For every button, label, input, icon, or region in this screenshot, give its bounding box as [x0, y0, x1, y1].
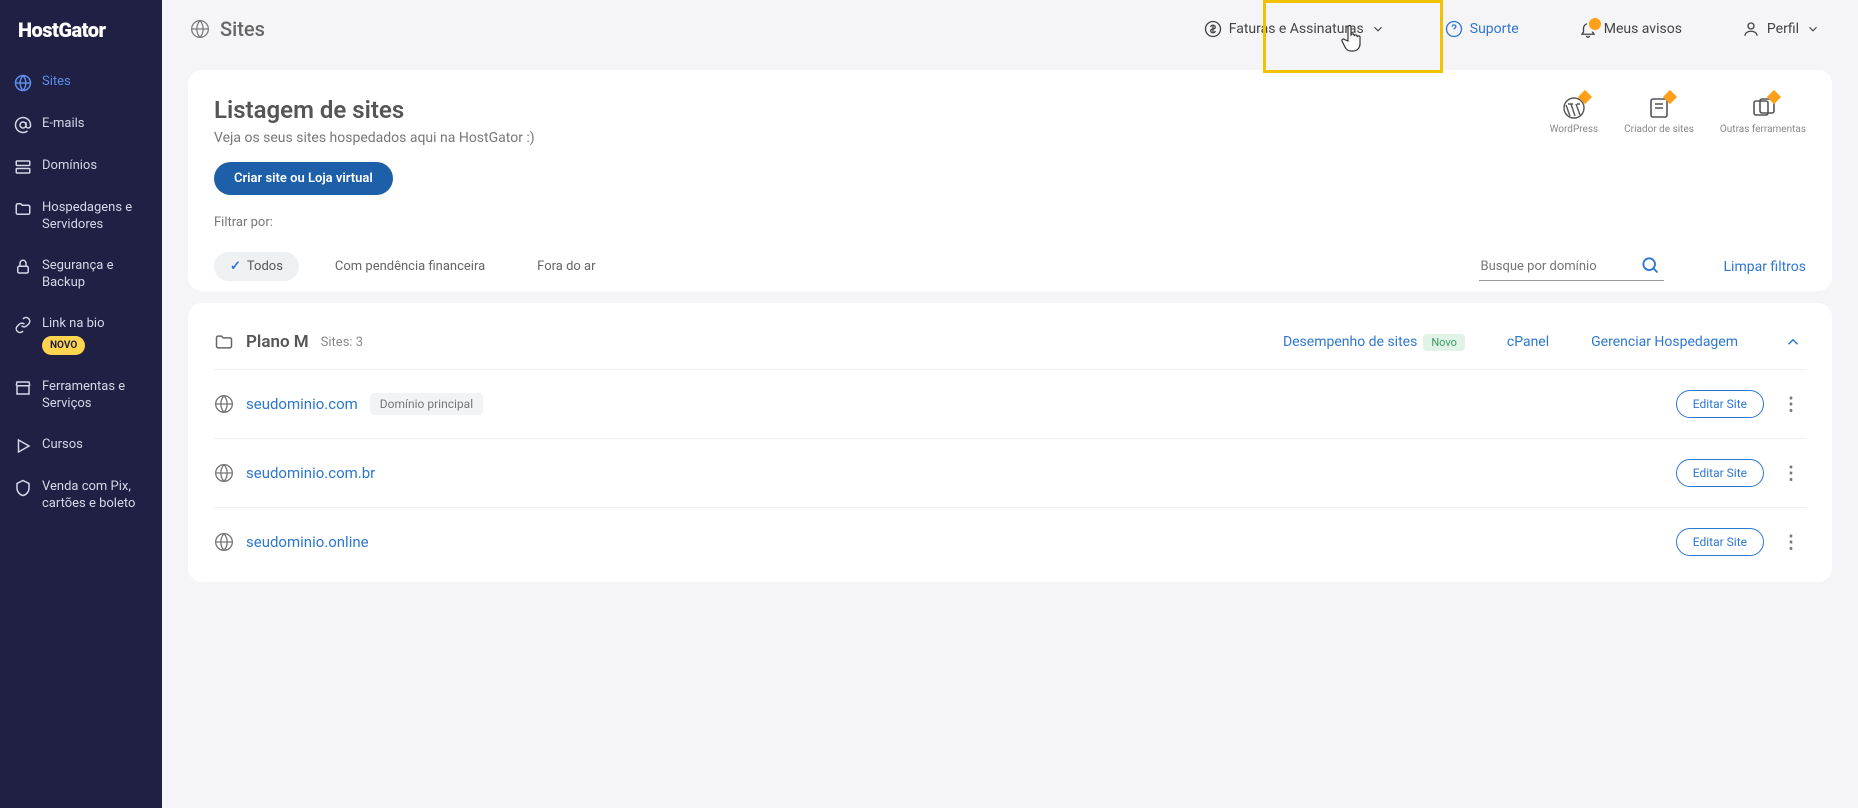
- filter-chip-offline[interactable]: Fora do ar: [521, 252, 611, 281]
- globe-icon: [214, 532, 234, 552]
- sidebar-item-label: Ferramentas e Serviços: [42, 379, 148, 413]
- sidebar-item-label: Venda com Pix, cartões e boleto: [42, 479, 148, 513]
- quick-builder[interactable]: Criador de sites: [1624, 96, 1694, 135]
- sidebar-item-label: Link na bio NOVO: [42, 316, 105, 356]
- site-row: seudominio.com.br Editar Site ⋮: [214, 438, 1806, 507]
- site-row: seudominio.online Editar Site ⋮: [214, 507, 1806, 576]
- novo-badge: NOVO: [42, 336, 85, 355]
- topnav-label: Suporte: [1470, 21, 1519, 37]
- sidebar-item-label: Sites: [42, 74, 71, 91]
- folder-outline-icon: [214, 332, 234, 352]
- topnav-support[interactable]: Suporte: [1435, 14, 1529, 44]
- search-icon[interactable]: [1640, 255, 1660, 275]
- listing-card: Listagem de sites Veja os seus sites hos…: [188, 70, 1832, 291]
- bell-icon: [1579, 20, 1597, 38]
- sidebar-item-linkbio[interactable]: Link na bio NOVO: [0, 304, 162, 368]
- sidebar-item-sites[interactable]: Sites: [0, 62, 162, 104]
- dollar-icon: [1204, 20, 1222, 38]
- create-site-button[interactable]: Criar site ou Loja virtual: [214, 162, 393, 195]
- globe-icon: [14, 74, 32, 92]
- plan-sites-count: Sites: 3: [321, 335, 363, 350]
- brand-logo: HostGator: [0, 18, 162, 62]
- main-area: Sites Faturas e Assinaturas Suporte Meus…: [162, 0, 1858, 808]
- row-menu-button[interactable]: ⋮: [1776, 463, 1806, 484]
- chevron-down-icon: [1371, 22, 1385, 36]
- globe-outline-icon: [190, 19, 210, 39]
- store-icon: [14, 379, 32, 397]
- plan-cpanel-link[interactable]: cPanel: [1507, 334, 1549, 350]
- sidebar-item-security[interactable]: Segurança e Backup: [0, 246, 162, 304]
- quick-label: WordPress: [1550, 124, 1599, 135]
- site-domain-link[interactable]: seudominio.com.br: [246, 464, 375, 482]
- server-icon: [14, 158, 32, 176]
- quick-label: Outras ferramentas: [1720, 124, 1806, 135]
- sidebar-item-label: E-mails: [42, 116, 85, 133]
- plan-performance-link[interactable]: Desempenho de sites Novo: [1283, 334, 1465, 351]
- lock-icon: [14, 258, 32, 276]
- topnav-notices[interactable]: Meus avisos: [1569, 14, 1692, 44]
- sidebar-item-domains[interactable]: Domínios: [0, 146, 162, 188]
- site-row: seudominio.com Domínio principal Editar …: [214, 369, 1806, 438]
- builder-icon: [1647, 96, 1671, 120]
- clear-filters-link[interactable]: Limpar filtros: [1724, 259, 1806, 275]
- chip-label: Todos: [247, 259, 283, 274]
- topnav-profile[interactable]: Perfil: [1732, 14, 1830, 44]
- plan-card: Plano M Sites: 3 Desempenho de sites Nov…: [188, 303, 1832, 582]
- filter-chip-pending[interactable]: Com pendência financeira: [319, 252, 501, 281]
- quick-label: Criador de sites: [1624, 124, 1694, 135]
- sidebar-item-sell[interactable]: Venda com Pix, cartões e boleto: [0, 467, 162, 525]
- sidebar-item-label: Segurança e Backup: [42, 258, 148, 292]
- sidebar-item-label: Domínios: [42, 158, 97, 175]
- filter-chip-all[interactable]: ✓ Todos: [214, 252, 299, 281]
- check-icon: ✓: [230, 259, 241, 274]
- sidebar-item-label: Cursos: [42, 437, 83, 454]
- topnav-label: Meus avisos: [1604, 21, 1682, 37]
- shield-icon: [14, 479, 32, 497]
- quick-other[interactable]: Outras ferramentas: [1720, 96, 1806, 135]
- at-icon: [14, 116, 32, 134]
- novo-pill: Novo: [1423, 334, 1465, 351]
- play-icon: [14, 437, 32, 455]
- wordpress-icon: [1562, 96, 1586, 120]
- topnav-label: Faturas e Assinaturas: [1229, 21, 1364, 37]
- plan-header: Plano M Sites: 3 Desempenho de sites Nov…: [214, 315, 1806, 369]
- sidebar-item-courses[interactable]: Cursos: [0, 425, 162, 467]
- help-icon: [1445, 20, 1463, 38]
- quick-wordpress[interactable]: WordPress: [1550, 96, 1599, 135]
- sidebar-item-emails[interactable]: E-mails: [0, 104, 162, 146]
- filter-label: Filtrar por:: [214, 215, 1806, 230]
- edit-site-button[interactable]: Editar Site: [1676, 528, 1764, 556]
- plan-manage-link[interactable]: Gerenciar Hospedagem: [1591, 334, 1738, 350]
- sidebar-item-hosting[interactable]: Hospedagens e Servidores: [0, 188, 162, 246]
- plan-name: Plano M: [246, 332, 309, 352]
- listing-subtitle: Veja os seus sites hospedados aqui na Ho…: [214, 130, 535, 146]
- globe-icon: [214, 463, 234, 483]
- row-menu-button[interactable]: ⋮: [1776, 532, 1806, 553]
- tools-icon: [1751, 96, 1775, 120]
- edit-site-button[interactable]: Editar Site: [1676, 459, 1764, 487]
- edit-site-button[interactable]: Editar Site: [1676, 390, 1764, 418]
- sidebar-item-tools[interactable]: Ferramentas e Serviços: [0, 367, 162, 425]
- chevron-down-icon: [1806, 22, 1820, 36]
- folder-icon: [14, 200, 32, 218]
- search-input[interactable]: [1479, 253, 1664, 281]
- topbar: Sites Faturas e Assinaturas Suporte Meus…: [162, 0, 1858, 58]
- globe-icon: [214, 394, 234, 414]
- link-icon: [14, 316, 32, 334]
- topnav-billing[interactable]: Faturas e Assinaturas: [1194, 14, 1395, 44]
- row-menu-button[interactable]: ⋮: [1776, 394, 1806, 415]
- sidebar-item-label: Hospedagens e Servidores: [42, 200, 148, 234]
- site-domain-link[interactable]: seudominio.online: [246, 533, 369, 551]
- listing-heading: Listagem de sites: [214, 96, 535, 124]
- sidebar: HostGator Sites E-mails Domínios Hospeda…: [0, 0, 162, 808]
- topnav-label: Perfil: [1767, 21, 1799, 37]
- user-icon: [1742, 20, 1760, 38]
- site-domain-link[interactable]: seudominio.com: [246, 395, 358, 413]
- primary-domain-tag: Domínio principal: [370, 393, 483, 415]
- page-title: Sites: [220, 17, 265, 41]
- collapse-button[interactable]: [1780, 329, 1806, 355]
